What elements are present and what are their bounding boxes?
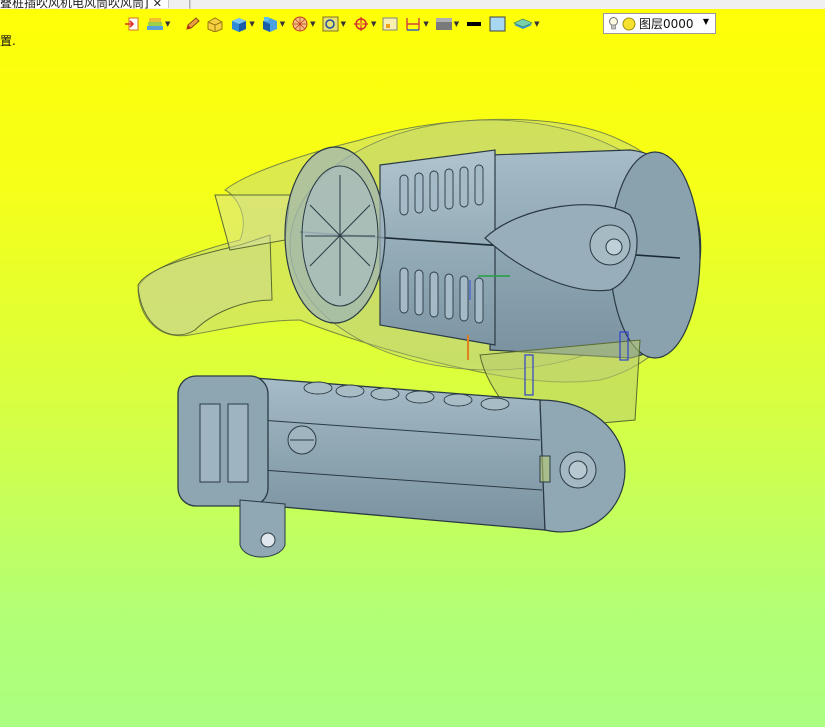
layer-manager-icon [513, 18, 533, 29]
document-tabbar: 叠桩插吹风机电风筒吹风筒] ✕ | [0, 0, 825, 9]
box-edit-button[interactable] [204, 13, 226, 35]
document-tab[interactable]: 叠桩插吹风机电风筒吹风筒] ✕ [0, 0, 169, 9]
motor-hub [605, 238, 623, 256]
solid-cube-button[interactable]: ▼ [228, 13, 256, 35]
cube-face-button[interactable]: ▼ [259, 13, 287, 35]
chevron-down-icon: ▼ [534, 20, 540, 28]
endcap-slot [199, 403, 221, 483]
sphere-view-button[interactable]: ▼ [289, 13, 317, 35]
lightbulb-icon[interactable] [608, 16, 619, 31]
hang-loop [239, 499, 286, 558]
close-icon[interactable]: ✕ [153, 0, 162, 9]
hang-hole [260, 532, 276, 548]
layer-selector[interactable]: 图层0000 ▼ [603, 13, 716, 34]
layers-stack-icon [147, 18, 163, 30]
handle-endcap [177, 375, 269, 507]
line-color-button[interactable] [463, 13, 485, 35]
chevron-down-icon: ▼ [453, 20, 460, 28]
chevron-down-icon: ▼ [370, 20, 377, 28]
solid-cube-icon [232, 18, 247, 32]
chevron-down-icon[interactable]: ▼ [703, 17, 709, 26]
chevron-down-icon: ▼ [310, 20, 316, 28]
document-tab-title: 叠桩插吹风机电风筒吹风筒] [0, 0, 149, 9]
3d-viewport[interactable] [0, 40, 825, 727]
layer-name: 图层0000 [639, 17, 694, 31]
fill-color-button[interactable] [487, 13, 509, 35]
dimension-button[interactable]: ▼ [402, 13, 430, 35]
cube-face-icon [262, 17, 277, 32]
hinge-pin-inner [568, 460, 588, 480]
pen-icon [186, 17, 201, 30]
tab-separator: | [188, 0, 192, 9]
endcap-slot [227, 403, 249, 483]
fill-color-icon [489, 16, 506, 32]
layer-manager-button[interactable]: ▼ [511, 13, 541, 35]
target-button[interactable]: ▼ [350, 13, 378, 35]
sun-icon[interactable] [622, 17, 636, 31]
box-edit-icon [207, 17, 223, 32]
line-color-icon [467, 22, 482, 26]
zoom-box-icon [322, 16, 339, 32]
import-icon [125, 17, 139, 31]
sphere-view-icon [292, 16, 308, 32]
import-button[interactable] [122, 13, 142, 35]
frame-icon [382, 17, 398, 31]
frame-button[interactable] [380, 13, 400, 35]
layers-stack-button[interactable]: ▼ [144, 13, 172, 35]
sketch-button[interactable] [182, 13, 202, 35]
chevron-down-icon: ▼ [249, 20, 255, 28]
target-icon [353, 17, 368, 31]
hinge-tab [539, 455, 551, 483]
zoom-box-button[interactable]: ▼ [320, 13, 348, 35]
chevron-down-icon: ▼ [279, 20, 286, 28]
chevron-down-icon: ▼ [340, 20, 346, 28]
chevron-down-icon: ▼ [423, 20, 429, 28]
view-toolbar: ▼ ▼ ▼ ▼ ▼ ▼ ▼ ▼ ▼ [122, 12, 542, 36]
hair-dryer-model[interactable] [0, 40, 825, 727]
chevron-down-icon: ▼ [165, 20, 171, 28]
display-mode-button[interactable]: ▼ [433, 13, 461, 35]
display-mode-icon [435, 18, 452, 30]
dimension-icon [406, 18, 421, 31]
